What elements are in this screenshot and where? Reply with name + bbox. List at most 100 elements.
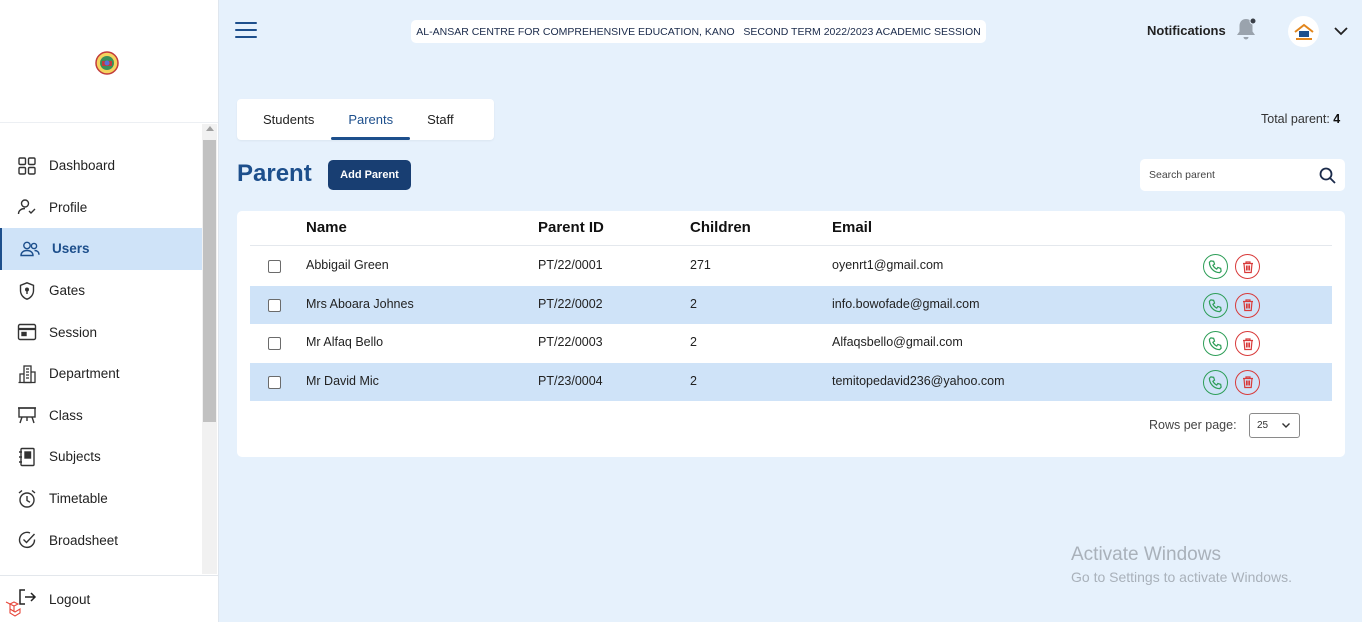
rows-per-page-select[interactable]: 25 (1249, 413, 1300, 438)
column-header-name[interactable]: Name (306, 219, 347, 236)
cell-email: Alfaqsbello@gmail.com (832, 335, 963, 349)
delete-button[interactable] (1235, 369, 1260, 395)
avatar[interactable] (1288, 16, 1319, 47)
cell-email: temitopedavid236@yahoo.com (832, 373, 1005, 388)
dashboard-icon (17, 156, 37, 176)
search-icon[interactable] (1319, 167, 1336, 184)
call-button[interactable] (1203, 331, 1228, 356)
cell-children: 2 (690, 373, 697, 388)
sidebar-item-label: Broadsheet (49, 532, 119, 548)
phone-icon (1208, 298, 1222, 312)
table-row[interactable]: Mrs Aboara Johnes PT/22/0002 2 info.bowo… (250, 285, 1332, 324)
laravel-icon[interactable] (4, 598, 24, 618)
table-header: Name Parent ID Children Email (250, 211, 1332, 246)
tab-staff[interactable]: Staff (410, 99, 471, 140)
delete-button[interactable] (1235, 292, 1260, 318)
call-button[interactable] (1203, 369, 1228, 395)
search-box (1140, 159, 1345, 191)
bell-icon[interactable] (1234, 16, 1258, 42)
sidebar-item-profile[interactable]: Profile (0, 187, 202, 229)
chevron-down-icon[interactable] (1333, 24, 1349, 38)
sidebar-item-dashboard[interactable]: Dashboard (0, 145, 202, 187)
chevron-down-icon (1282, 423, 1290, 428)
sidebar: Dashboard Profile Users Gates Session De… (0, 0, 219, 622)
shield-icon (17, 281, 37, 301)
profile-icon (17, 197, 37, 217)
sidebar-item-timetable[interactable]: Timetable (0, 478, 202, 520)
users-icon (20, 239, 40, 259)
cell-children: 271 (690, 258, 711, 272)
total-label: Total parent: (1261, 112, 1330, 126)
logout-label: Logout (49, 591, 91, 607)
call-button[interactable] (1203, 292, 1228, 318)
school-logo[interactable] (93, 50, 121, 76)
cell-name: Mr David Mic (306, 373, 379, 388)
tab-parents[interactable]: Parents (331, 99, 410, 140)
row-checkbox[interactable] (268, 375, 281, 389)
table-row[interactable]: Abbigail Green PT/22/0001 271 oyenrt1@gm… (250, 247, 1332, 286)
sidebar-item-gates[interactable]: Gates (0, 270, 202, 312)
delete-button[interactable] (1235, 254, 1260, 279)
cell-name: Abbigail Green (306, 258, 389, 272)
sidebar-item-department[interactable]: Department (0, 353, 202, 395)
column-header-email[interactable]: Email (832, 219, 872, 236)
cell-parent-id: PT/22/0001 (538, 258, 603, 272)
row-checkbox[interactable] (268, 337, 281, 350)
logout-button[interactable]: Logout (0, 575, 218, 622)
tab-students[interactable]: Students (246, 99, 331, 140)
trash-icon (1242, 337, 1253, 350)
notifications-label[interactable]: Notifications (1147, 23, 1226, 38)
cell-parent-id: PT/23/0004 (538, 373, 603, 388)
sidebar-item-subjects[interactable]: Subjects (0, 436, 202, 478)
activate-windows-subtitle: Go to Settings to activate Windows. (1071, 569, 1292, 585)
trash-icon (1242, 299, 1253, 312)
alarm-clock-icon (17, 489, 37, 509)
sidebar-item-label: Subjects (49, 449, 101, 465)
trash-icon (1242, 260, 1253, 273)
building-icon (17, 364, 37, 384)
rows-per-page-label: Rows per page: (1149, 418, 1237, 432)
page-title: Parent (237, 160, 312, 187)
search-input[interactable] (1140, 169, 1310, 181)
row-checkbox[interactable] (268, 260, 281, 273)
column-header-children[interactable]: Children (690, 219, 751, 236)
cell-name: Mr Alfaq Bello (306, 335, 384, 349)
sidebar-item-label: Gates (49, 283, 86, 299)
sidebar-item-session[interactable]: Session (0, 311, 202, 353)
row-checkbox[interactable] (268, 298, 281, 312)
cell-children: 2 (690, 335, 697, 349)
easel-icon (17, 405, 37, 425)
total-value: 4 (1333, 112, 1341, 126)
phone-icon (1208, 337, 1222, 351)
table-row[interactable]: Mr Alfaq Bello PT/22/0003 2 Alfaqsbello@… (250, 324, 1332, 363)
sidebar-item-users[interactable]: Users (0, 228, 202, 270)
total-parent-count: Total parent: 4 (1261, 112, 1340, 126)
calendar-icon (17, 322, 37, 342)
table-row[interactable]: Mr David Mic PT/23/0004 2 temitopedavid2… (250, 362, 1332, 401)
check-circle-icon (17, 530, 37, 550)
call-button[interactable] (1203, 254, 1228, 279)
scroll-up-arrow-icon[interactable] (206, 126, 214, 131)
cell-children: 2 (690, 296, 697, 311)
sidebar-item-label: Session (49, 324, 98, 340)
sidebar-item-label: Dashboard (49, 158, 116, 174)
parents-table: Name Parent ID Children Email Abbigail G… (237, 211, 1345, 457)
phone-icon (1208, 260, 1222, 274)
delete-button[interactable] (1235, 331, 1260, 356)
sidebar-item-label: Timetable (49, 491, 108, 507)
add-parent-button[interactable]: Add Parent (328, 160, 411, 190)
hamburger-menu-icon[interactable] (235, 20, 257, 40)
school-session-banner: AL-ANSAR CENTRE FOR COMPREHENSIVE EDUCAT… (411, 20, 986, 43)
sidebar-scrollbar[interactable] (202, 124, 217, 574)
activate-windows-title: Activate Windows (1071, 544, 1221, 565)
trash-icon (1242, 376, 1253, 389)
sidebar-nav: Dashboard Profile Users Gates Session De… (0, 145, 202, 561)
sidebar-item-class[interactable]: Class (0, 395, 202, 437)
book-icon (17, 447, 37, 467)
sidebar-item-broadsheet[interactable]: Broadsheet (0, 519, 202, 561)
column-header-parent-id[interactable]: Parent ID (538, 219, 604, 236)
cell-parent-id: PT/22/0002 (538, 296, 603, 311)
scroll-thumb[interactable] (203, 140, 216, 422)
cell-email: info.bowofade@gmail.com (832, 296, 980, 311)
sidebar-item-label: Users (52, 241, 90, 257)
